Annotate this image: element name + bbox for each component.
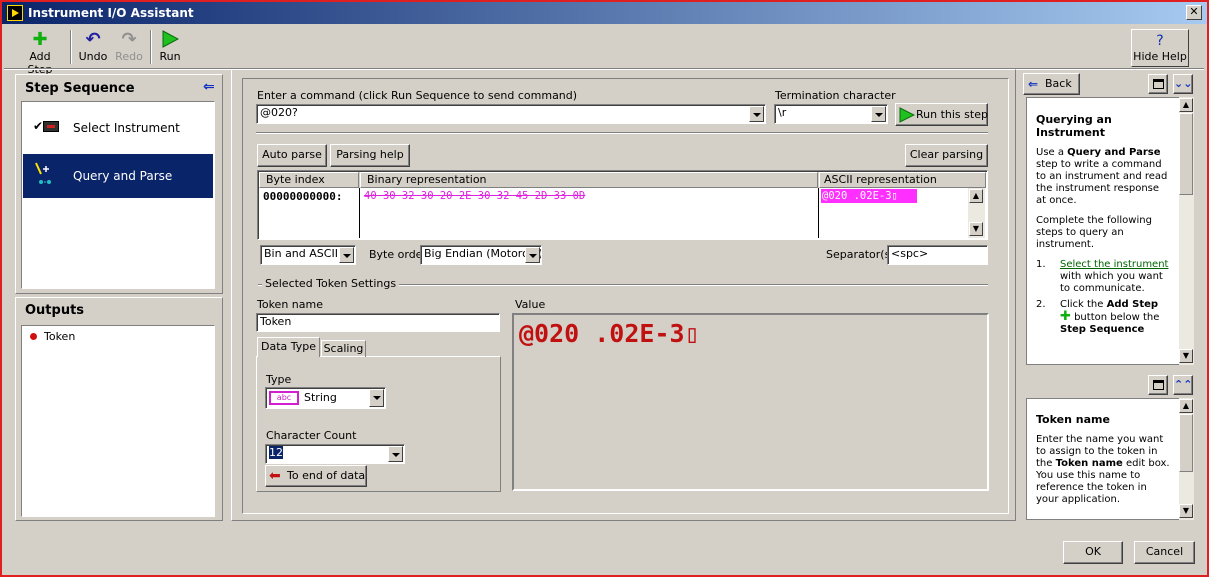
header-binary: Binary representation <box>360 172 818 188</box>
chevron-down-icon[interactable] <box>871 106 886 122</box>
token-settings-title: Selected Token Settings <box>262 277 400 290</box>
scroll-thumb[interactable] <box>1179 113 1193 195</box>
value-label: Value <box>515 298 546 311</box>
header-ascii: ASCII representation <box>819 172 986 188</box>
scroll-down-icon[interactable]: ▼ <box>1179 504 1193 518</box>
to-end-of-data-button[interactable]: ⬅ To end of data <box>265 465 367 487</box>
token-dot-icon <box>30 333 37 340</box>
window-title: Instrument I/O Assistant <box>28 6 194 20</box>
chevron-down-icon[interactable] <box>749 106 764 122</box>
char-count-label: Character Count <box>266 429 357 442</box>
add-step-button[interactable]: ✚ Add Step <box>16 29 64 77</box>
clear-parsing-button[interactable]: Clear parsing <box>905 144 988 167</box>
ok-button[interactable]: OK <box>1063 541 1123 564</box>
value-text: @020 .02E-3▯ <box>519 319 700 348</box>
outputs-list <box>21 325 215 517</box>
outputs-title: Outputs <box>25 303 85 318</box>
row-ascii[interactable]: @020 .02E-3▯ <box>821 189 917 203</box>
help-step-1: 1. Select the instrument with which you … <box>1036 259 1169 294</box>
help-step-2: 2. Click the Add Step ✚ button below the… <box>1036 299 1160 335</box>
display-mode-select[interactable]: Bin and ASCII <box>260 245 356 265</box>
help-paragraph-2: Complete the following steps to query an… <box>1036 215 1152 250</box>
value-display: @020 .02E-3▯ <box>512 313 989 491</box>
toolbar-separator <box>70 30 72 64</box>
step-sequence-title: Step Sequence <box>25 81 135 96</box>
char-count-input[interactable]: 12 <box>265 444 405 464</box>
toolbar-separator <box>150 30 152 64</box>
command-label: Enter a command (click Run Sequence to s… <box>257 89 578 102</box>
select-instrument-link[interactable]: Select the instrument <box>1060 259 1168 270</box>
run-arrow-icon <box>156 30 184 50</box>
separators-label: Separator(s) <box>826 248 895 261</box>
chevron-down-icon[interactable] <box>339 247 354 263</box>
plus-icon: ✚ <box>32 29 48 50</box>
context-help-heading: Token name <box>1036 413 1110 426</box>
type-select[interactable]: abc String <box>265 387 386 409</box>
scroll-thumb[interactable] <box>1179 414 1193 472</box>
run-arrow-icon <box>899 107 916 130</box>
collapse-arrow-icon[interactable]: ⇐ <box>203 79 215 95</box>
undo-icon: ↶ <box>85 29 101 50</box>
step-item-select-instrument[interactable]: ✔ Select Instrument <box>23 104 213 150</box>
collapse-down-icon[interactable]: ⌄⌄ <box>1173 74 1193 94</box>
termination-select[interactable]: \r <box>774 104 888 124</box>
undo-button[interactable]: ↶ Undo <box>78 30 108 66</box>
chevron-down-icon[interactable] <box>388 446 403 462</box>
token-name-label: Token name <box>257 298 323 311</box>
help-heading: Querying an Instrument <box>1036 113 1112 139</box>
run-this-step-button[interactable]: Run this step <box>895 103 988 126</box>
context-help-scrollbar[interactable]: ▲ ▼ <box>1179 398 1194 520</box>
arrow-icon: ⬅ <box>269 468 281 484</box>
plus-icon: ✚ <box>1060 309 1071 324</box>
step-item-query-and-parse[interactable]: Query and Parse <box>23 154 213 198</box>
byte-order-select[interactable]: Big Endian (Motorola) <box>420 245 542 265</box>
tab-scaling[interactable]: Scaling <box>321 340 366 357</box>
scroll-down-icon[interactable]: ▼ <box>969 222 983 236</box>
scroll-up-icon[interactable]: ▲ <box>1179 399 1193 413</box>
row-byte-index: 00000000000: <box>263 190 343 203</box>
chevron-down-icon[interactable] <box>369 389 384 407</box>
close-button[interactable]: ✕ <box>1186 5 1202 20</box>
auto-parse-button[interactable]: Auto parse <box>257 144 327 167</box>
help-scrollbar[interactable]: ▲ ▼ <box>1179 97 1194 365</box>
divider <box>256 132 988 134</box>
token-name-input[interactable]: Token <box>256 313 500 332</box>
check-icon: ✔ <box>33 119 44 133</box>
hide-help-button[interactable]: ? Hide Help <box>1131 29 1189 67</box>
string-type-icon: abc <box>269 391 299 405</box>
parsing-help-button[interactable]: Parsing help <box>330 144 410 167</box>
redo-icon: ↷ <box>121 29 137 50</box>
redo-button[interactable]: ↷ Redo <box>114 30 144 66</box>
query-parse-icon <box>33 160 61 191</box>
separators-input[interactable]: <spc> <box>887 245 988 265</box>
table-scrollbar[interactable]: ▲ ▼ <box>968 188 985 238</box>
context-help-content: Token name Enter the name you want to as… <box>1026 398 1194 520</box>
help-icon: ? <box>1156 33 1164 49</box>
window-icon[interactable] <box>1148 74 1168 94</box>
cancel-button[interactable]: Cancel <box>1134 541 1195 564</box>
title-bar: Instrument I/O Assistant ✕ <box>2 2 1207 24</box>
back-button[interactable]: ⇐ Back <box>1023 73 1080 95</box>
chevron-down-icon[interactable] <box>525 247 540 263</box>
instrument-icon <box>43 121 59 132</box>
command-input[interactable]: @020? <box>256 104 766 124</box>
window-icon[interactable] <box>1148 375 1168 395</box>
context-help-text: Enter the name you want to assign to the… <box>1036 434 1170 505</box>
run-button[interactable]: Run <box>156 30 184 66</box>
labview-icon <box>7 5 23 21</box>
scroll-up-icon[interactable]: ▲ <box>1179 98 1193 112</box>
help-paragraph-1: Use a Query and Parse step to write a co… <box>1036 147 1168 206</box>
scroll-up-icon[interactable]: ▲ <box>969 189 983 203</box>
scroll-down-icon[interactable]: ▼ <box>1179 349 1193 363</box>
header-byte-index: Byte index <box>259 172 359 188</box>
tab-data-type[interactable]: Data Type <box>257 337 320 357</box>
type-label: Type <box>266 373 292 386</box>
termination-label: Termination character <box>775 89 896 102</box>
back-arrow-icon: ⇐ <box>1028 77 1039 91</box>
collapse-up-icon[interactable]: ⌃⌃ <box>1173 375 1193 395</box>
byte-order-label: Byte order <box>369 248 427 261</box>
row-binary[interactable]: 40 30 32 30 20 2E 30 32 45 2D 33 0D <box>364 190 585 202</box>
